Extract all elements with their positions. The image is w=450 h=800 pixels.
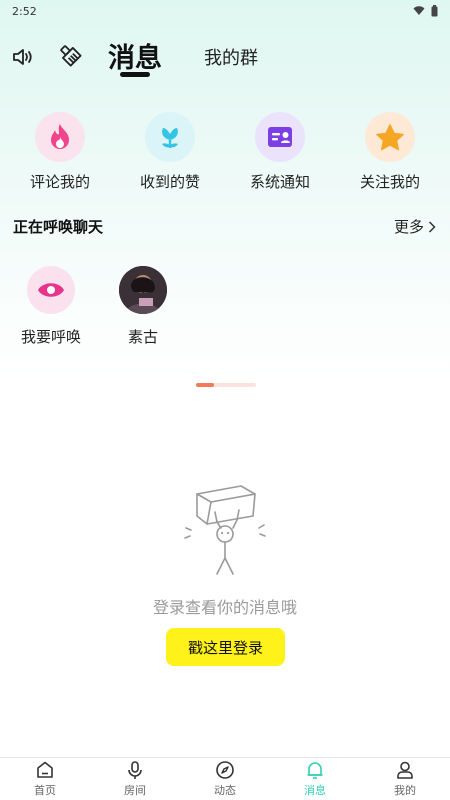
avatar xyxy=(119,266,167,314)
top-bar: 消息 我的群 xyxy=(0,30,450,82)
broom-clear-icon[interactable] xyxy=(58,43,82,67)
tab-my-groups[interactable]: 我的群 xyxy=(204,44,258,70)
id-card-icon xyxy=(255,112,305,162)
bell-icon xyxy=(307,762,323,779)
nav-label: 我的 xyxy=(394,784,416,797)
nav-label: 首页 xyxy=(34,784,56,797)
star-icon xyxy=(365,112,415,162)
nav-item-home[interactable]: 首页 xyxy=(0,758,90,800)
login-button[interactable]: 戳这里登录 xyxy=(166,628,285,666)
call-item-summon[interactable]: 我要呼唤 xyxy=(11,266,91,347)
eye-icon xyxy=(27,266,75,314)
page-indicator xyxy=(196,383,256,387)
nav-label: 消息 xyxy=(304,784,326,797)
quick-action-followers[interactable]: 关注我的 xyxy=(340,112,440,192)
call-item-label: 我要呼唤 xyxy=(20,328,81,346)
speaker-icon[interactable] xyxy=(12,46,34,68)
empty-state-text: 登录查看你的消息哦 xyxy=(152,598,297,617)
empty-state-box-icon xyxy=(183,482,267,582)
bottom-nav: 首页 房间 动态 消息 我的 xyxy=(0,757,450,800)
quick-action-likes[interactable]: 收到的赞 xyxy=(120,112,220,192)
more-label: 更多 xyxy=(393,218,424,236)
section-title: 正在呼唤聊天 xyxy=(13,218,104,236)
status-icons xyxy=(413,5,438,17)
call-item-user[interactable]: 素古 xyxy=(103,266,183,347)
microphone-icon xyxy=(128,761,142,779)
fire-icon xyxy=(35,112,85,162)
quick-action-system-notice[interactable]: 系统通知 xyxy=(230,112,330,192)
nav-item-messages[interactable]: 消息 xyxy=(270,758,360,800)
nav-item-rooms[interactable]: 房间 xyxy=(90,758,180,800)
quick-action-label: 系统通知 xyxy=(249,173,310,191)
compass-icon xyxy=(216,761,234,779)
status-time: 2:52 xyxy=(12,4,37,18)
nav-item-feed[interactable]: 动态 xyxy=(180,758,270,800)
quick-action-comments[interactable]: 评论我的 xyxy=(10,112,110,192)
active-tab-underline xyxy=(120,72,150,77)
page-indicator-active xyxy=(196,383,214,387)
call-item-label: 素古 xyxy=(127,328,158,346)
person-icon xyxy=(397,761,413,779)
battery-icon xyxy=(431,5,438,17)
status-bar: 2:52 xyxy=(0,0,450,22)
quick-action-label: 关注我的 xyxy=(359,173,420,191)
tab-messages[interactable]: 消息 xyxy=(108,36,162,75)
more-link[interactable]: 更多 xyxy=(394,216,436,237)
wifi-icon xyxy=(413,6,425,15)
nav-label: 动态 xyxy=(214,784,236,797)
nav-item-profile[interactable]: 我的 xyxy=(360,758,450,800)
quick-actions: 评论我的 收到的赞 系统通知 关注我的 xyxy=(0,112,450,202)
nav-label: 房间 xyxy=(124,784,146,797)
chevron-right-icon xyxy=(428,220,436,233)
flower-icon xyxy=(145,112,195,162)
home-icon xyxy=(37,761,53,778)
quick-action-label: 收到的赞 xyxy=(139,173,200,191)
quick-action-label: 评论我的 xyxy=(29,173,90,191)
